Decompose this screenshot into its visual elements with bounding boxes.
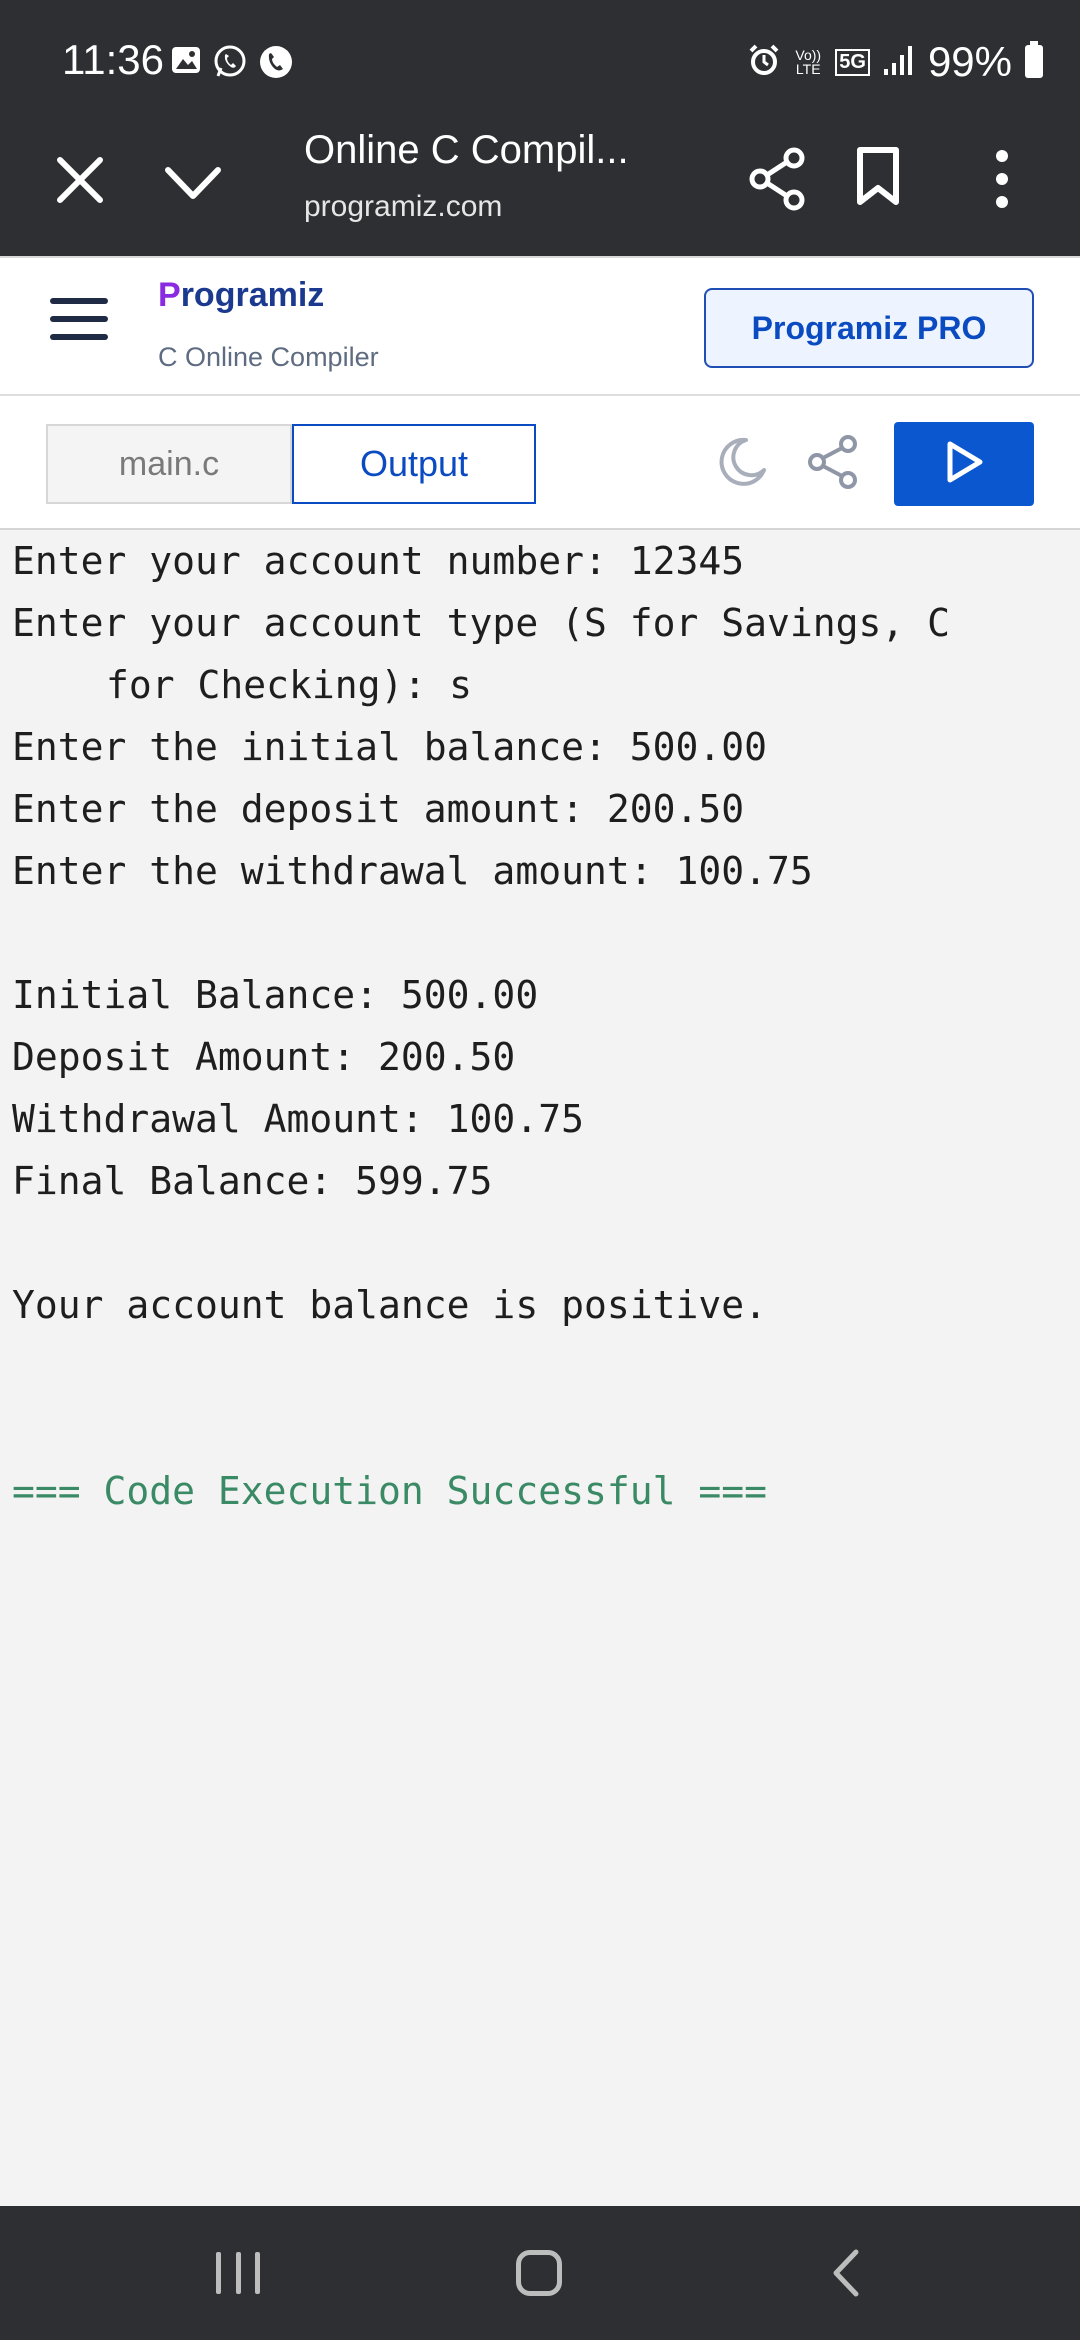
logo-mark: P bbox=[158, 276, 181, 314]
share-code-icon[interactable] bbox=[806, 434, 860, 490]
output-panel: Enter your account number: 12345 Enter y… bbox=[0, 530, 1080, 2206]
browser-toolbar: Online C Compil... programiz.com bbox=[0, 124, 1080, 256]
output-line: Your account balance is positive. bbox=[12, 1283, 767, 1327]
output-line: Enter your account type (S for Savings, … bbox=[12, 601, 950, 645]
output-line: Enter the deposit amount: 200.50 bbox=[12, 787, 745, 831]
output-line: Enter the withdrawal amount: 100.75 bbox=[12, 849, 813, 893]
programiz-logo[interactable]: Programiz bbox=[158, 276, 324, 315]
chevron-down-icon[interactable] bbox=[162, 160, 224, 206]
battery-percent: 99% bbox=[927, 38, 1012, 85]
dark-mode-icon[interactable] bbox=[716, 436, 768, 488]
back-icon[interactable] bbox=[830, 2248, 860, 2298]
logo-text: rogramiz bbox=[180, 276, 325, 314]
bookmark-icon[interactable] bbox=[856, 146, 900, 208]
output-line: Enter the initial balance: 500.00 bbox=[12, 725, 767, 769]
call-icon bbox=[258, 44, 294, 85]
output-line: Final Balance: 599.75 bbox=[12, 1159, 493, 1203]
share-icon[interactable] bbox=[748, 146, 808, 212]
home-icon[interactable] bbox=[516, 2250, 562, 2296]
system-nav-bar bbox=[0, 2206, 1080, 2340]
status-right-icons: Vo)) LTE 5G 99% bbox=[747, 38, 1044, 86]
programiz-pro-button[interactable]: Programiz PRO bbox=[704, 288, 1034, 368]
gallery-icon bbox=[170, 44, 202, 85]
page-url: programiz.com bbox=[304, 190, 503, 223]
hamburger-menu-icon[interactable] bbox=[50, 298, 108, 344]
whatsapp-icon bbox=[212, 44, 248, 85]
output-line: Withdrawal Amount: 100.75 bbox=[12, 1097, 584, 1141]
close-icon[interactable] bbox=[52, 152, 108, 208]
tab-output[interactable]: Output bbox=[292, 424, 536, 504]
battery-icon bbox=[1024, 40, 1044, 84]
more-options-icon[interactable] bbox=[990, 146, 1014, 212]
site-subtitle: C Online Compiler bbox=[158, 342, 379, 372]
status-bar: 11:36 Vo)) LTE 5G 99% bbox=[0, 0, 1080, 124]
network-5g-icon: 5G bbox=[835, 48, 870, 76]
recents-icon[interactable] bbox=[216, 2252, 260, 2294]
compiler-toolbar: main.c Output bbox=[0, 396, 1080, 530]
volte-icon: Vo)) LTE bbox=[795, 47, 822, 77]
output-line: for Checking): s bbox=[106, 663, 473, 707]
status-time: 11:36 bbox=[62, 36, 164, 83]
signal-icon bbox=[882, 43, 916, 82]
output-line: Initial Balance: 500.00 bbox=[12, 973, 539, 1017]
run-button[interactable] bbox=[894, 422, 1034, 506]
page-title: Online C Compil... bbox=[304, 128, 629, 172]
play-icon bbox=[944, 440, 984, 489]
notification-icons bbox=[170, 44, 294, 85]
tab-main-c[interactable]: main.c bbox=[46, 424, 292, 504]
alarm-icon bbox=[747, 43, 781, 82]
output-line: Enter your account number: 12345 bbox=[12, 539, 745, 583]
output-line: Deposit Amount: 200.50 bbox=[12, 1035, 516, 1079]
site-header: Programiz C Online Compiler Programiz PR… bbox=[0, 256, 1080, 396]
execution-status: === Code Execution Successful === bbox=[12, 1469, 767, 1513]
